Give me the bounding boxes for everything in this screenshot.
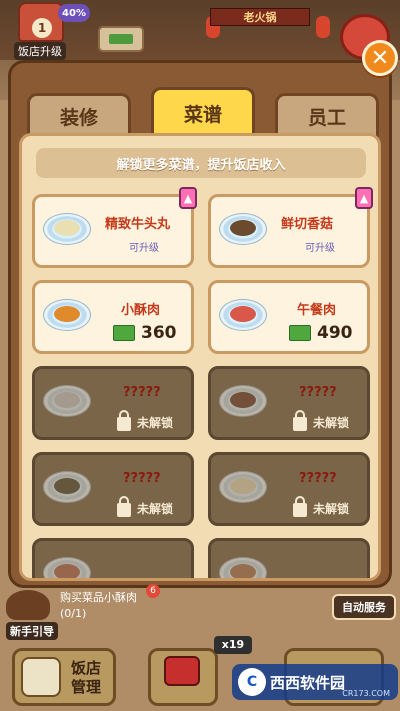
cash-icon xyxy=(113,325,135,341)
recipe-card-locked[interactable]: ????? 未解锁 xyxy=(32,366,194,440)
lantern-icon xyxy=(316,16,330,38)
recipe-card-locked[interactable] xyxy=(208,538,370,578)
watermark-icon: C xyxy=(238,668,266,696)
lock-icon xyxy=(293,410,307,431)
task-badge: 6 xyxy=(146,584,160,598)
recipe-name: ????? xyxy=(299,471,337,486)
manage-label: 饭店管理 xyxy=(71,659,102,696)
dish-image xyxy=(219,213,267,245)
cash-icon xyxy=(98,26,144,52)
recipe-card-locked[interactable] xyxy=(32,538,194,578)
recipe-name: 小酥肉 xyxy=(121,303,161,318)
recipe-price: 490 xyxy=(289,323,353,343)
dish-image xyxy=(43,471,91,503)
lock-text: 未解锁 xyxy=(313,501,350,516)
recipe-name: ????? xyxy=(123,385,161,400)
lock-row: 未解锁 xyxy=(117,410,174,431)
recipe-card[interactable]: 鲜切香菇 可升级 ▲ xyxy=(208,187,373,268)
task-text: 购买菜品小酥肉(0/1) xyxy=(60,591,137,620)
dish-image xyxy=(219,385,267,417)
recipe-content[interactable]: 解锁更多菜谱，提升饭店收入 精致牛头丸 可升级 ▲ 鲜切香菇 可升级 ▲ 小酥肉… xyxy=(19,133,381,581)
recipe-card[interactable]: 精致牛头丸 可升级 ▲ xyxy=(32,187,197,268)
upgrade-label: 饭店升级 xyxy=(14,42,66,60)
upgrade-arrow-icon[interactable]: ▲ xyxy=(179,187,197,209)
close-icon: ✕ xyxy=(370,45,390,71)
lock-row: 未解锁 xyxy=(293,496,350,517)
progress-badge: 40% xyxy=(58,4,90,22)
dish-image xyxy=(43,385,91,417)
recipe-name: ????? xyxy=(299,385,337,400)
recipe-status: 可升级 xyxy=(129,243,159,254)
lock-text: 未解锁 xyxy=(137,501,174,516)
lock-icon xyxy=(117,410,131,431)
recipe-card-locked[interactable]: ????? 未解锁 xyxy=(208,452,370,526)
multiplier-badge: x19 xyxy=(214,636,252,654)
watermark-text: 西西软件园 xyxy=(270,673,346,692)
recipe-name: 鲜切香菇 xyxy=(281,217,334,232)
dish-image xyxy=(43,213,91,245)
shop-level-badge: 1 xyxy=(32,18,52,38)
dish-image xyxy=(219,471,267,503)
shop-upgrade-widget[interactable]: 1 40% 饭店升级 xyxy=(4,2,90,60)
info-banner: 解锁更多菜谱，提升饭店收入 xyxy=(36,148,366,178)
shop-sign: 老火锅 xyxy=(210,8,310,26)
watermark-logo: C 西西软件园 CR173.COM xyxy=(232,664,398,700)
watermark-url: CR173.COM xyxy=(342,689,390,698)
tab-staff[interactable]: 员工 xyxy=(275,93,379,137)
lock-text: 未解锁 xyxy=(313,415,350,430)
recipe-card-locked[interactable]: ????? 未解锁 xyxy=(32,452,194,526)
dish-image xyxy=(43,299,91,331)
recipe-name: 精致牛头丸 xyxy=(105,217,171,232)
lock-row: 未解锁 xyxy=(117,496,174,517)
recipe-panel: 装修 菜谱 员工 解锁更多菜谱，提升饭店收入 精致牛头丸 可升级 ▲ 鲜切香菇 … xyxy=(8,60,392,588)
recipe-card[interactable]: 小酥肉 360 xyxy=(32,280,194,354)
manage-button[interactable]: 饭店管理 xyxy=(12,648,116,706)
tv-icon xyxy=(164,656,200,686)
recipe-name: 午餐肉 xyxy=(297,303,337,318)
dish-image xyxy=(43,557,91,578)
panel-tabs: 装修 菜谱 员工 xyxy=(27,87,381,137)
lock-icon xyxy=(117,496,131,517)
tab-recipes[interactable]: 菜谱 xyxy=(151,87,255,137)
recipe-name: ????? xyxy=(123,471,161,486)
dish-image xyxy=(219,557,267,578)
lock-text: 未解锁 xyxy=(137,415,174,430)
recipe-card[interactable]: 午餐肉 490 xyxy=(208,280,370,354)
recipe-price: 360 xyxy=(113,323,177,343)
price-value: 360 xyxy=(141,323,177,343)
recipe-card-locked[interactable]: ????? 未解锁 xyxy=(208,366,370,440)
cash-icon xyxy=(289,325,311,341)
upgrade-arrow-icon[interactable]: ▲ xyxy=(355,187,373,209)
lock-row: 未解锁 xyxy=(293,410,350,431)
dish-image xyxy=(219,299,267,331)
manage-icon xyxy=(21,657,61,697)
lock-icon xyxy=(293,496,307,517)
tab-decoration[interactable]: 装修 xyxy=(27,93,131,137)
recipe-status: 可升级 xyxy=(305,243,335,254)
shop-icon: 1 xyxy=(18,2,64,42)
price-value: 490 xyxy=(317,323,353,343)
auto-service-button[interactable]: 自动服务 xyxy=(332,594,396,620)
close-button[interactable]: ✕ xyxy=(362,40,398,76)
guide-label[interactable]: 新手引导 xyxy=(6,622,58,640)
guide-avatar[interactable] xyxy=(6,590,50,620)
